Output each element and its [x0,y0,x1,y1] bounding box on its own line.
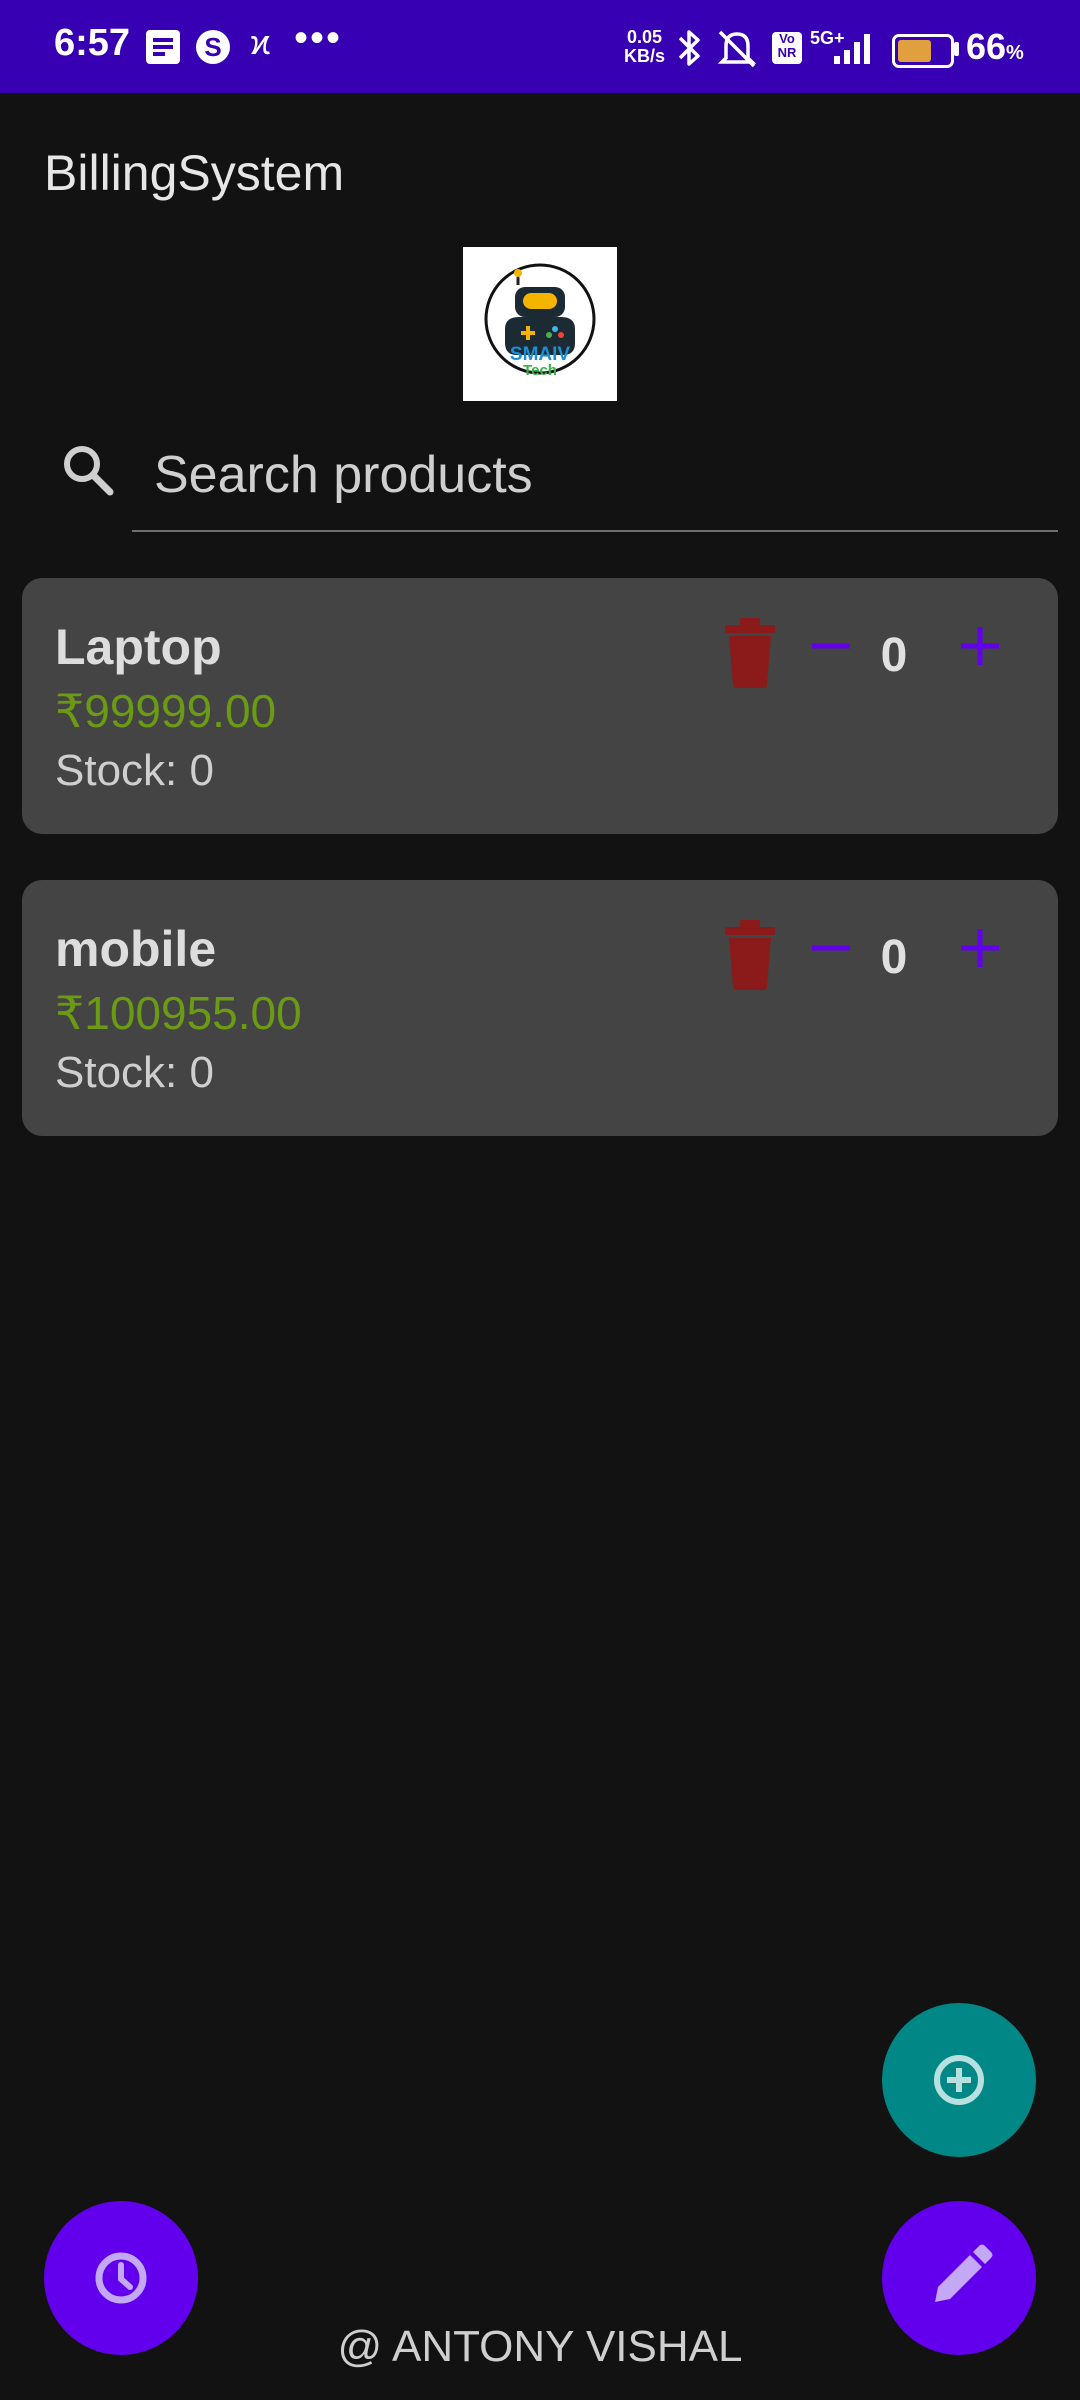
product-name: Laptop [55,619,222,675]
app-title: BillingSystem [44,145,345,201]
more-notifications-icon: ••• [294,16,343,60]
product-stock: Stock: 0 [55,746,214,795]
battery-fill [898,40,931,62]
search-input[interactable] [132,420,1036,530]
product-card[interactable]: Laptop ₹99999.00 Stock: 0 0 [22,578,1058,834]
volte-icon: Vo NR [772,32,802,64]
status-time: 6:57 [54,22,131,64]
minus-icon[interactable] [808,925,854,971]
product-price: ₹99999.00 [55,685,277,737]
trash-icon[interactable] [722,616,778,688]
quantity-value: 0 [880,629,908,682]
bluetooth-icon [678,30,700,66]
network-speed: 0.05 KB/s [624,27,666,66]
product-price: ₹100955.00 [55,987,302,1039]
product-card[interactable]: mobile ₹100955.00 Stock: 0 0 [22,880,1058,1136]
silent-bell-icon [717,30,757,68]
plus-icon[interactable] [957,925,1003,971]
logo-text-bottom: Tech [523,362,557,379]
search-underline [132,530,1058,532]
search-bar [44,420,1058,532]
notes-notification-icon [146,30,180,64]
plus-icon[interactable] [957,623,1003,669]
minus-icon[interactable] [808,623,854,669]
battery-icon [892,34,954,68]
quantity-value: 0 [880,931,908,984]
add-circle-icon [934,2055,984,2105]
product-stock: Stock: 0 [55,1048,214,1097]
s-notification-icon: S [196,30,230,64]
search-icon [64,446,114,496]
add-product-button[interactable] [882,2003,1036,2157]
product-name: mobile [55,921,217,977]
company-logo: SMAIV Tech [463,247,617,401]
activity-notification-icon: ϰ [250,24,271,62]
battery-tip [954,42,959,56]
trash-icon[interactable] [722,918,778,990]
battery-percent: 66% [966,26,1024,67]
signal-icon [834,34,870,64]
status-bar: 6:57 S ϰ ••• 0.05 KB/s Vo NR 5G+ 66% [0,0,1080,93]
footer-credit: @ ANTONY VISHAL [337,2322,743,2371]
